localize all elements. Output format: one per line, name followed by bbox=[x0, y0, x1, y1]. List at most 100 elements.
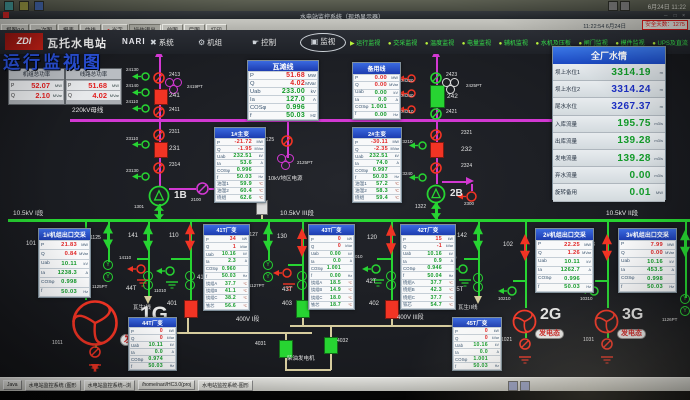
row-value: 37.7 bbox=[415, 295, 442, 301]
breaker-130[interactable] bbox=[296, 228, 308, 262]
taskbar-button-水电站监控系统--浏[interactable]: 水电站监控系统--浏 bbox=[84, 380, 135, 391]
breaker-4032[interactable] bbox=[324, 337, 338, 354]
row-value: 21.83 bbox=[44, 242, 77, 248]
disconnector-2421[interactable] bbox=[430, 107, 442, 125]
breaker-103[interactable] bbox=[601, 234, 613, 266]
row-label: Uab bbox=[41, 261, 50, 266]
window-titlebar[interactable]: 水电站监控系统（现场显示器） － □ × bbox=[0, 11, 690, 19]
row-value: 0 bbox=[314, 236, 341, 242]
breaker-141[interactable] bbox=[142, 224, 154, 256]
nav-item-辅机监视[interactable]: ● 辅机监视 bbox=[499, 38, 528, 47]
panel-row: f50.03Hz bbox=[40, 288, 89, 296]
label-142: 142 bbox=[457, 233, 467, 240]
breaker-1125[interactable] bbox=[102, 224, 114, 254]
breaker-241[interactable] bbox=[154, 89, 168, 105]
nav-item-运行监视[interactable]: ▶ 运行监视 bbox=[350, 38, 380, 47]
row-value: 2.3 bbox=[210, 258, 237, 264]
data-panel-t44: 44T厂变P0kWQ0kVarUab10.11kVIa0.0ACOSφ0.974… bbox=[128, 317, 177, 371]
monitor-menu[interactable]: ▣监视 bbox=[300, 33, 346, 52]
breaker-110[interactable] bbox=[184, 224, 196, 256]
row-unit: kV bbox=[252, 154, 263, 158]
water-value: 3314.19 bbox=[585, 67, 651, 78]
generator-1G[interactable] bbox=[71, 299, 119, 352]
row-value: 0.0 bbox=[315, 258, 342, 264]
row-value: 10.11 bbox=[547, 259, 580, 265]
water-label: 弃水流量 bbox=[555, 171, 585, 179]
panel-row: Uab10.11kV bbox=[537, 258, 592, 266]
label-2311: 2311 bbox=[169, 130, 180, 136]
row-label: 绕组A bbox=[403, 280, 415, 286]
water-unit: m bbox=[651, 104, 663, 109]
nav-item-电量监视[interactable]: ● 电量监视 bbox=[462, 38, 491, 47]
disconnector-2423[interactable] bbox=[430, 71, 442, 89]
window-controls[interactable]: － □ × bbox=[663, 12, 687, 19]
row-value: 51.68 bbox=[254, 72, 305, 79]
row-value: 4.02 bbox=[255, 80, 305, 87]
breaker-401[interactable] bbox=[184, 300, 198, 318]
taskbar-button-水电站监控系统 (图形[interactable]: 水电站监控系统 (图形 bbox=[25, 380, 81, 391]
label-10.5kV I段: 10.5kV I段 bbox=[13, 210, 43, 217]
row-value: 127.0 bbox=[255, 96, 305, 103]
taskbar-button-水电站监控系统-图形[interactable]: 水电站监控系统-图形 bbox=[198, 380, 253, 391]
tray-icon[interactable] bbox=[608, 1, 618, 11]
transformer-1B[interactable] bbox=[148, 185, 170, 212]
row-unit: kV bbox=[663, 260, 674, 264]
desktop-icon[interactable] bbox=[19, 1, 29, 11]
row-unit: Hz bbox=[488, 364, 499, 368]
row-value: 50.03 bbox=[252, 112, 305, 119]
panel-row: 绕组C37.7℃ bbox=[402, 294, 454, 300]
panel-row: f50.03Hz bbox=[130, 363, 175, 369]
row-label: COSφ bbox=[621, 276, 635, 281]
desktop-icon[interactable] bbox=[4, 1, 14, 11]
row-unit: kV bbox=[580, 260, 591, 264]
generator-3G[interactable] bbox=[593, 308, 620, 340]
taskbar-button-/home/nari/HC3.0(proj[interactable]: /home/nari/HC3.0(proj bbox=[138, 380, 195, 390]
row-unit: kV bbox=[341, 252, 352, 256]
disconnector-2321[interactable] bbox=[430, 128, 442, 146]
disconnector-2314[interactable] bbox=[153, 161, 165, 179]
panel-row: Uab10.11kV bbox=[40, 260, 89, 268]
panel-row: 绕组A18.5℃ bbox=[310, 280, 353, 286]
panel-row: Uab10.16kV bbox=[205, 251, 248, 257]
row-value: 0.00 bbox=[358, 75, 387, 81]
taskbar-button-Java[interactable]: Java bbox=[3, 380, 22, 390]
nav-item-温度监视[interactable]: ● 温度监视 bbox=[425, 38, 454, 47]
row-unit: kW bbox=[442, 237, 453, 241]
row-value: 37.7 bbox=[217, 281, 236, 287]
desktop-icon[interactable] bbox=[34, 1, 44, 11]
breaker-142[interactable] bbox=[472, 224, 484, 256]
panel-row: 绕组B42.3℃ bbox=[402, 287, 454, 293]
label-42T: 42T bbox=[366, 279, 376, 286]
row-label: Uab bbox=[250, 89, 261, 95]
breaker-1126[interactable] bbox=[679, 230, 690, 262]
breaker-120[interactable] bbox=[385, 224, 397, 260]
disconnector-2411[interactable] bbox=[153, 105, 165, 123]
disconnector-2413[interactable] bbox=[153, 71, 165, 89]
disconnector-2324[interactable] bbox=[430, 161, 442, 179]
water-value: 0.01 bbox=[585, 187, 651, 198]
nav-item-交采监视[interactable]: ● 交采监视 bbox=[388, 38, 417, 47]
panel-row: COSφ1.001 bbox=[310, 265, 353, 271]
data-panel-watan: 瓦滩线P51.68MWQ4.02MVarUab233.00kVIa127.0AC… bbox=[247, 60, 319, 121]
label-1301: 1301 bbox=[134, 205, 144, 210]
row-value: 0.00 bbox=[356, 112, 387, 118]
system-menu[interactable]: ✖系统 bbox=[150, 37, 174, 48]
row-unit: kW bbox=[236, 237, 247, 241]
row-value: 1.001 bbox=[369, 104, 387, 110]
unit-menu[interactable]: ⚙机组 bbox=[198, 37, 222, 48]
label-10.5kV II段: 10.5kV II段 bbox=[606, 210, 638, 217]
breaker-102[interactable] bbox=[519, 234, 531, 266]
breaker-1127[interactable] bbox=[262, 224, 274, 256]
generator-2G[interactable] bbox=[511, 308, 538, 340]
tray-window-icon[interactable] bbox=[508, 381, 518, 391]
tray-icon[interactable] bbox=[620, 1, 630, 11]
transformer-2B[interactable] bbox=[426, 184, 446, 209]
panel-title: 备用线 bbox=[353, 63, 400, 74]
tray-window-icon[interactable] bbox=[520, 381, 530, 391]
control-menu[interactable]: ☛控制 bbox=[252, 37, 276, 48]
row-unit: A bbox=[442, 259, 453, 263]
disconnector-2311[interactable] bbox=[153, 128, 165, 146]
row-unit: ℃ bbox=[388, 182, 399, 186]
disconnector-2125[interactable] bbox=[281, 134, 293, 152]
pt-winding-icon: Y bbox=[263, 272, 273, 282]
